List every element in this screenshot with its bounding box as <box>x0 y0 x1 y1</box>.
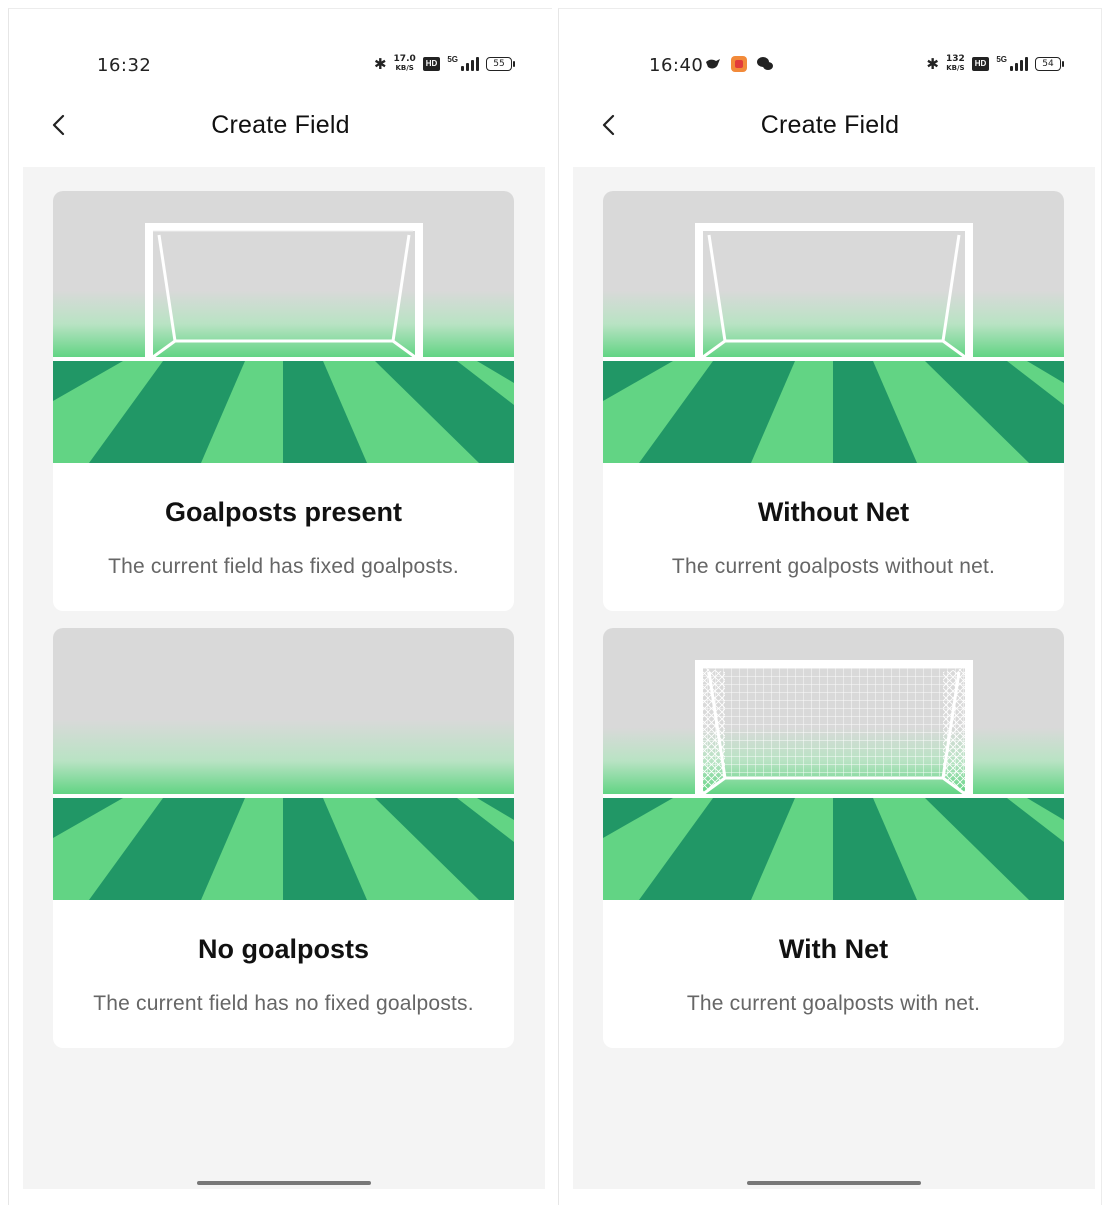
phone-screen-left: 16:32 ✱ 17.0 KB/S HD 5G 55 Create Field <box>8 8 552 1205</box>
battery-icon: 54 <box>1035 57 1064 71</box>
speed-value: 132 <box>945 54 965 64</box>
goal-frame-illustration <box>53 191 514 463</box>
status-bar: 16:40 ✱ 132 KB/S HD 5G 54 <box>559 49 1101 81</box>
option-card-without-net[interactable]: Without Net The current goalposts withou… <box>603 191 1064 611</box>
option-card-with-net[interactable]: With Net The current goalposts with net. <box>603 628 1064 1048</box>
network-speed: 132 KB/S <box>946 55 965 73</box>
network-type: 5G <box>447 54 458 64</box>
page-title: Create Field <box>760 111 900 139</box>
signal-icon <box>461 57 479 71</box>
status-icons: ✱ 132 KB/S HD 5G 54 <box>926 54 1064 73</box>
home-indicator[interactable] <box>747 1181 921 1185</box>
navigation-bar: Create Field <box>559 101 1101 149</box>
card-title: No goalposts <box>197 934 369 964</box>
bluetooth-icon: ✱ <box>926 55 939 73</box>
page-title: Create Field <box>211 111 350 139</box>
goal-frame-illustration <box>603 191 1064 463</box>
status-time: 16:40 <box>649 55 704 76</box>
status-icons: ✱ 17.0 KB/S HD 5G 55 <box>373 54 515 73</box>
network-speed: 17.0 KB/S <box>394 55 416 73</box>
network-type: 5G <box>996 54 1007 64</box>
card-description: The current field has fixed goalposts. <box>108 555 459 578</box>
phone-screen-right: 16:40 ✱ 132 KB/S HD 5G 54 Create Field W… <box>558 8 1102 1205</box>
card-title: With Net <box>778 934 889 964</box>
card-title: Without Net <box>757 497 910 527</box>
status-time: 16:32 <box>97 55 152 76</box>
status-bar: 16:32 ✱ 17.0 KB/S HD 5G 55 <box>9 49 552 81</box>
battery-icon: 55 <box>486 57 515 71</box>
content-area: Goalposts present The current field has … <box>23 167 545 1189</box>
card-description: The current goalposts without net. <box>671 555 996 578</box>
option-card-goalposts-present[interactable]: Goalposts present The current field has … <box>53 191 514 611</box>
home-indicator[interactable] <box>197 1181 371 1185</box>
app-notification-icon <box>706 59 720 69</box>
goal-net-illustration <box>603 628 1064 900</box>
content-area: Without Net The current goalposts withou… <box>573 167 1095 1189</box>
signal-icon <box>1010 57 1028 71</box>
notification-icons <box>704 55 774 73</box>
option-card-no-goalposts[interactable]: No goalposts The current field has no fi… <box>53 628 514 1048</box>
app-badge-icon <box>731 56 747 72</box>
chat-icon <box>757 57 773 70</box>
card-description: The current field has no fixed goalposts… <box>93 992 474 1015</box>
bluetooth-icon: ✱ <box>373 55 387 73</box>
card-title: Goalposts present <box>164 497 403 527</box>
card-description: The current goalposts with net. <box>686 992 981 1015</box>
navigation-bar: Create Field <box>9 101 552 149</box>
speed-value: 17.0 <box>393 54 416 64</box>
speed-unit: KB/S <box>946 64 965 72</box>
speed-unit: KB/S <box>395 64 414 72</box>
hd-icon: HD <box>971 57 990 71</box>
empty-field-illustration <box>53 628 514 900</box>
hd-icon: HD <box>422 57 441 71</box>
